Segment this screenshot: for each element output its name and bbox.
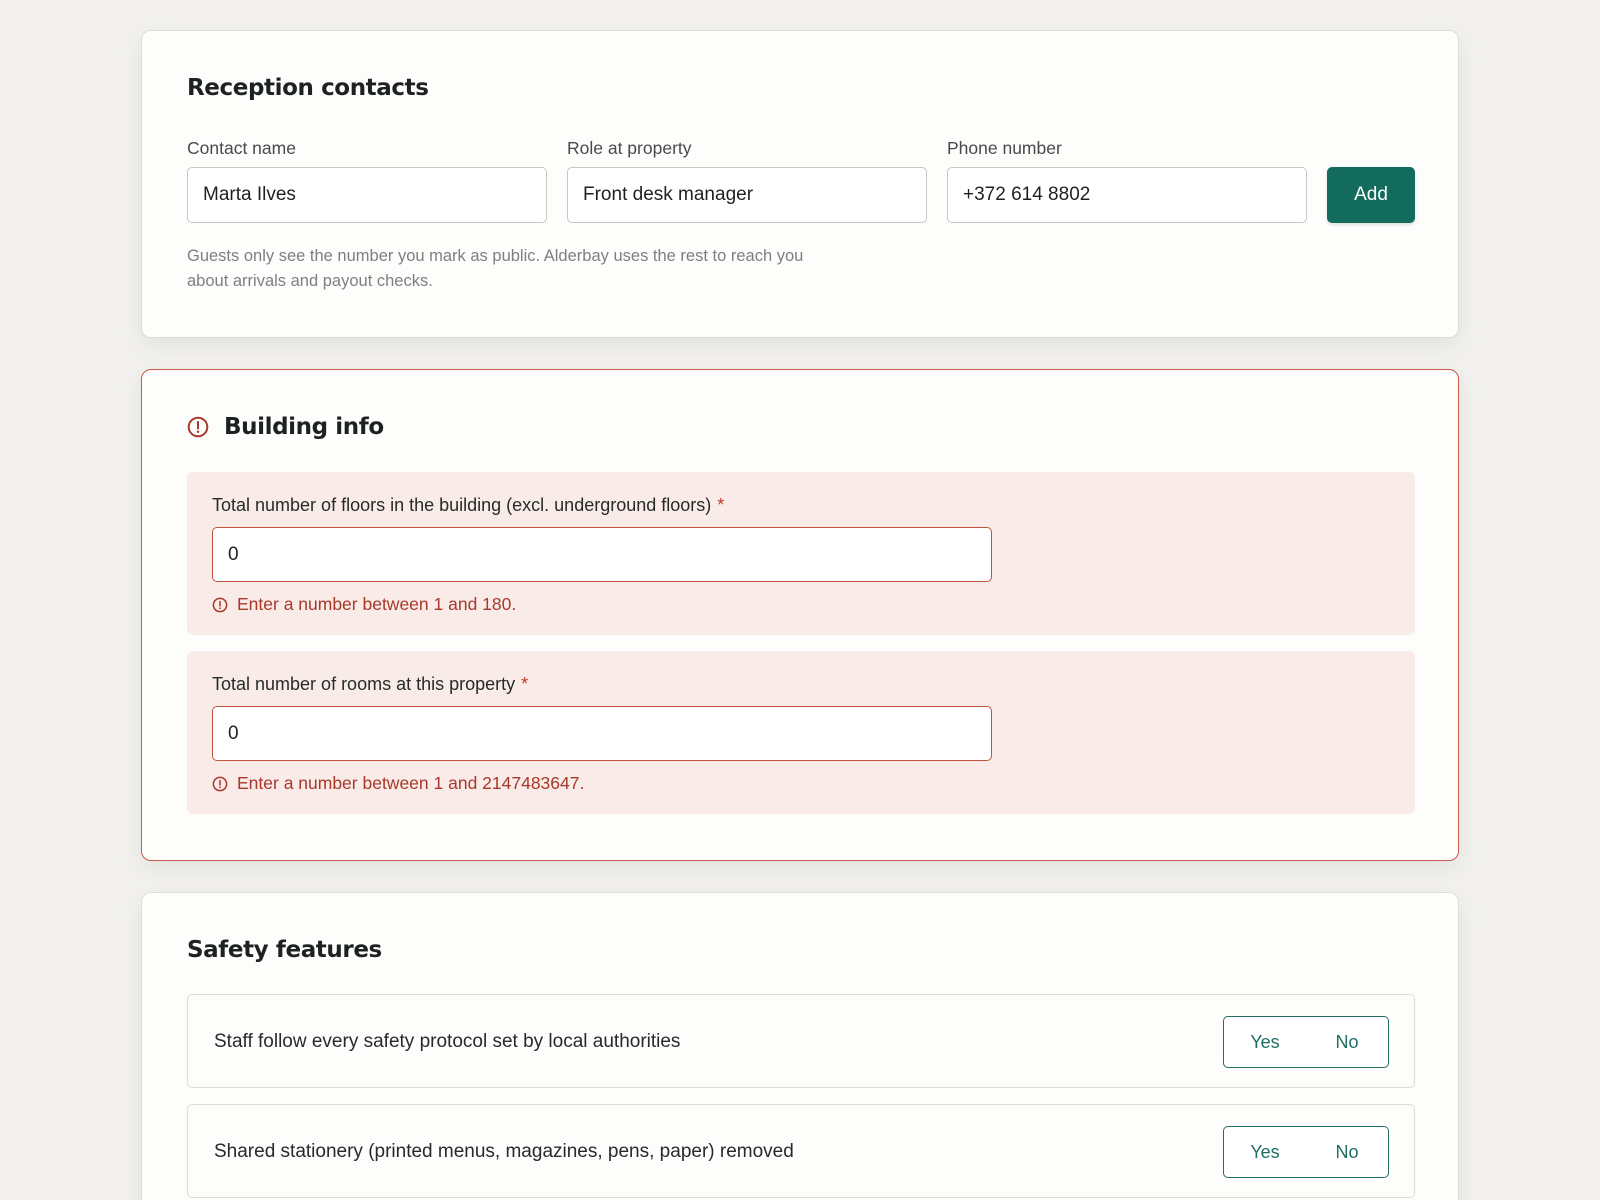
floors-field-panel: Total number of floors in the building (…	[187, 472, 1415, 635]
contacts-helper-text: Guests only see the number you mark as p…	[187, 244, 867, 294]
floors-input[interactable]	[212, 527, 992, 582]
no-option[interactable]: No	[1306, 1127, 1388, 1177]
helper-line-2: about arrivals and payout checks.	[187, 272, 433, 290]
reception-contacts-title: Reception contacts	[187, 75, 429, 101]
contact-name-label: Contact name	[187, 138, 296, 158]
safety-item-stationery: Shared stationery (printed menus, magazi…	[187, 1104, 1415, 1198]
required-mark: *	[521, 674, 529, 694]
yes-option[interactable]: Yes	[1224, 1127, 1306, 1177]
rooms-label-text: Total number of rooms at this property	[212, 674, 516, 694]
floors-error-text: Enter a number between 1 and 180.	[237, 594, 517, 614]
rooms-input[interactable]	[212, 706, 992, 761]
yes-option[interactable]: Yes	[1224, 1017, 1306, 1067]
role-input[interactable]	[567, 167, 927, 223]
reception-contacts-card: Reception contacts Contact name Role at …	[141, 30, 1459, 338]
error-icon	[212, 776, 228, 791]
rooms-error-text: Enter a number between 1 and 2147483647.	[237, 773, 585, 793]
floors-error-message: Enter a number between 1 and 180.	[212, 594, 516, 615]
error-icon	[212, 597, 228, 612]
phone-label: Phone number	[947, 138, 1062, 158]
required-mark: *	[717, 495, 725, 515]
page: Reception contacts Contact name Role at …	[0, 0, 1600, 1200]
no-option[interactable]: No	[1306, 1017, 1388, 1067]
rooms-error-message: Enter a number between 1 and 2147483647.	[212, 773, 584, 794]
safety-item-protocol: Staff follow every safety protocol set b…	[187, 994, 1415, 1088]
rooms-label: Total number of rooms at this property *	[212, 674, 528, 695]
safety-features-card: Safety features Staff follow every safet…	[141, 892, 1459, 1200]
floors-label: Total number of floors in the building (…	[212, 495, 724, 516]
phone-input[interactable]	[947, 167, 1307, 223]
safety-features-title: Safety features	[187, 937, 382, 963]
rooms-field-panel: Total number of rooms at this property * …	[187, 651, 1415, 814]
contact-name-input[interactable]	[187, 167, 547, 223]
helper-line-1: Guests only see the number you mark as p…	[187, 247, 804, 265]
floors-label-text: Total number of floors in the building (…	[212, 495, 712, 515]
building-info-title: Building info	[224, 414, 384, 440]
safety-item-label: Shared stationery (printed menus, magazi…	[214, 1141, 794, 1162]
yes-no-toggle: Yes No	[1223, 1126, 1389, 1178]
role-label: Role at property	[567, 138, 692, 158]
alert-circle-icon	[187, 416, 209, 438]
safety-item-label: Staff follow every safety protocol set b…	[214, 1031, 681, 1052]
add-contact-button[interactable]: Add	[1327, 167, 1415, 223]
yes-no-toggle: Yes No	[1223, 1016, 1389, 1068]
building-info-card: Building info Total number of floors in …	[141, 369, 1459, 861]
